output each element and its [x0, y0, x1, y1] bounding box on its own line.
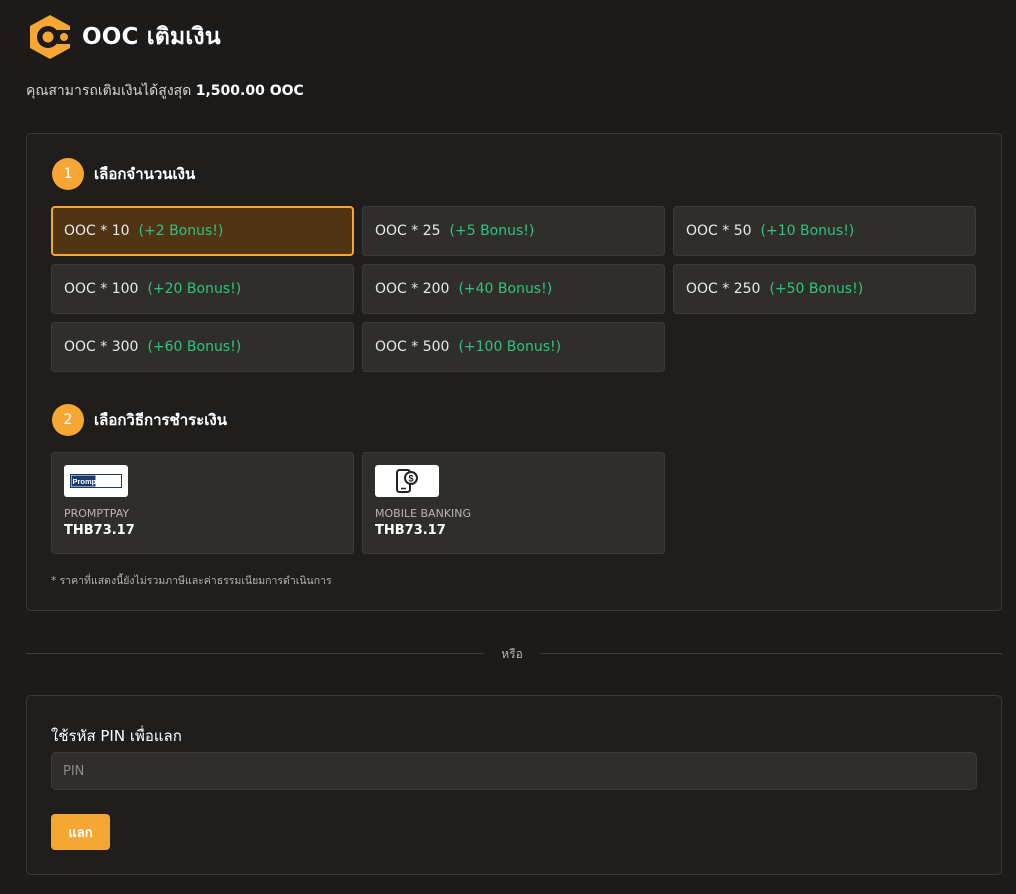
option-amount: OOC * 10 [64, 223, 130, 239]
option-bonus: (+5 Bonus!) [449, 223, 535, 239]
amount-option-100[interactable]: OOC * 100 (+20 Bonus!) [51, 264, 354, 314]
pin-label: ใช้รหัส PIN เพื่อแลก [51, 727, 182, 745]
option-amount: OOC * 100 [64, 281, 139, 297]
option-amount: OOC * 25 [375, 223, 441, 239]
step-amount-header: 1 เลือกจำนวนเงิน [52, 158, 195, 190]
amount-option-50[interactable]: OOC * 50 (+10 Bonus!) [673, 206, 976, 256]
divider-text: หรือ [501, 647, 523, 661]
or-divider: หรือ [26, 644, 1002, 664]
page-title: OOC เติมเงิน [82, 24, 221, 50]
option-bonus: (+10 Bonus!) [760, 223, 855, 239]
max-topup-prefix: คุณสามารถเติมเงินได้สูงสุด [26, 83, 192, 99]
payment-method-price: THB73.17 [64, 523, 135, 538]
step-number-1: 1 [52, 158, 84, 190]
option-bonus: (+50 Bonus!) [769, 281, 864, 297]
max-topup-amount: 1,500.00 OOC [195, 83, 304, 99]
amount-option-10[interactable]: OOC * 10 (+2 Bonus!) [51, 206, 354, 256]
amount-option-500[interactable]: OOC * 500 (+100 Bonus!) [362, 322, 665, 372]
pin-input[interactable] [51, 752, 977, 790]
promptpay-logo-icon: PromptPay [64, 465, 128, 497]
mobile-banking-icon: $ [375, 465, 439, 497]
redeem-button[interactable]: แลก [51, 814, 110, 850]
step-payment-label: เลือกวิธีการชำระเงิน [94, 411, 227, 429]
max-topup-text: คุณสามารถเติมเงินได้สูงสุด 1,500.00 OOC [26, 80, 304, 102]
payment-method-mobile-banking[interactable]: $ MOBILE BANKING THB73.17 [362, 452, 665, 554]
option-bonus: (+20 Bonus!) [147, 281, 242, 297]
ooc-coin-logo-icon [30, 15, 73, 59]
option-amount: OOC * 300 [64, 339, 139, 355]
step-amount-label: เลือกจำนวนเงิน [94, 165, 196, 183]
price-footnote: * ราคาที่แสดงนี้ยังไม่รวมภาษีและค่าธรรมเ… [51, 575, 332, 587]
amount-option-200[interactable]: OOC * 200 (+40 Bonus!) [362, 264, 665, 314]
purchase-card: 1 เลือกจำนวนเงิน OOC * 10 (+2 Bonus!) OO… [26, 133, 1002, 611]
pin-redeem-card: ใช้รหัส PIN เพื่อแลก แลก [26, 695, 1002, 875]
payment-method-price: THB73.17 [375, 523, 446, 538]
option-amount: OOC * 500 [375, 339, 450, 355]
step-payment-header: 2 เลือกวิธีการชำระเงิน [52, 404, 227, 436]
amount-option-300[interactable]: OOC * 300 (+60 Bonus!) [51, 322, 354, 372]
option-amount: OOC * 250 [686, 281, 761, 297]
payment-method-name: PROMPTPAY [64, 507, 130, 520]
amount-option-25[interactable]: OOC * 25 (+5 Bonus!) [362, 206, 665, 256]
svg-text:$: $ [409, 474, 414, 484]
option-amount: OOC * 50 [686, 223, 752, 239]
payment-method-name: MOBILE BANKING [375, 507, 472, 520]
payment-method-promptpay[interactable]: PromptPay PROMPTPAY THB73.17 [51, 452, 354, 554]
option-amount: OOC * 200 [375, 281, 450, 297]
promptpay-logo-text: PromptPay [73, 477, 113, 486]
option-bonus: (+2 Bonus!) [138, 223, 224, 239]
page-header: OOC เติมเงิน [27, 13, 221, 61]
divider-line-right [540, 653, 1002, 654]
step-number-2: 2 [52, 404, 84, 436]
topup-page: OOC เติมเงิน คุณสามารถเติมเงินได้สูงสุด … [0, 0, 1016, 894]
option-bonus: (+40 Bonus!) [458, 281, 553, 297]
amount-option-250[interactable]: OOC * 250 (+50 Bonus!) [673, 264, 976, 314]
option-bonus: (+100 Bonus!) [458, 339, 562, 355]
divider-line-left [26, 653, 484, 654]
option-bonus: (+60 Bonus!) [147, 339, 242, 355]
